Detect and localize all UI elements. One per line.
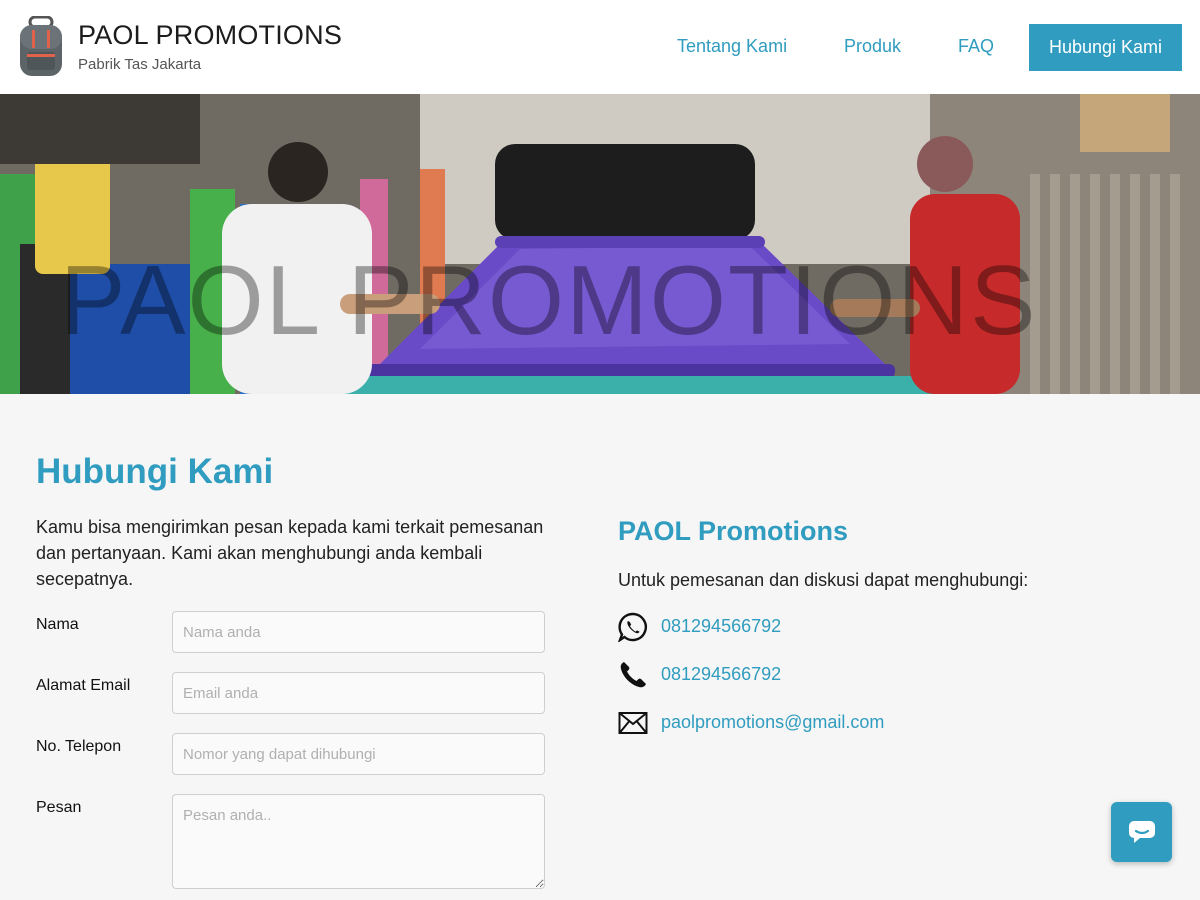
site-header: PAOL PROMOTIONS Pabrik Tas Jakarta Tenta… <box>0 0 1200 94</box>
hero-banner: PAOL PROMOTIONS <box>0 94 1200 394</box>
phone-input[interactable] <box>172 733 545 775</box>
nav-button-contact[interactable]: Hubungi Kami <box>1029 24 1182 71</box>
nav-link-products[interactable]: Produk <box>844 36 901 57</box>
email-input[interactable] <box>172 672 545 714</box>
email-link[interactable]: paolpromotions@gmail.com <box>661 712 884 733</box>
chat-bubble-icon <box>1128 821 1155 843</box>
hero-factory-image: PAOL PROMOTIONS <box>0 94 1200 394</box>
company-description: Untuk pemesanan dan diskusi dapat menghu… <box>618 570 1029 590</box>
name-label: Nama <box>36 616 79 633</box>
phone-label: No. Telepon <box>36 738 122 755</box>
whatsapp-link[interactable]: 081294566792 <box>661 616 781 637</box>
mail-icon <box>618 708 648 738</box>
message-label: Pesan <box>36 799 82 816</box>
nav-link-about[interactable]: Tentang Kami <box>677 36 787 57</box>
message-textarea[interactable] <box>172 794 545 889</box>
whatsapp-icon <box>617 612 648 644</box>
phone-link[interactable]: 081294566792 <box>661 664 781 685</box>
brand-title[interactable]: PAOL PROMOTIONS <box>78 20 342 51</box>
company-title: PAOL Promotions <box>618 516 849 546</box>
nav-link-faq[interactable]: FAQ <box>958 36 994 57</box>
page-title: Hubungi Kami <box>36 452 274 491</box>
chat-widget-button[interactable] <box>1111 802 1172 862</box>
email-label: Alamat Email <box>36 677 131 694</box>
brand-subtitle: Pabrik Tas Jakarta <box>78 56 202 73</box>
intro-text: Kamu bisa mengirimkan pesan kepada kami … <box>36 517 544 589</box>
backpack-icon[interactable] <box>18 15 64 78</box>
name-input[interactable] <box>172 611 545 653</box>
phone-icon <box>618 660 648 690</box>
hero-watermark: PAOL PROMOTIONS <box>60 245 1037 355</box>
